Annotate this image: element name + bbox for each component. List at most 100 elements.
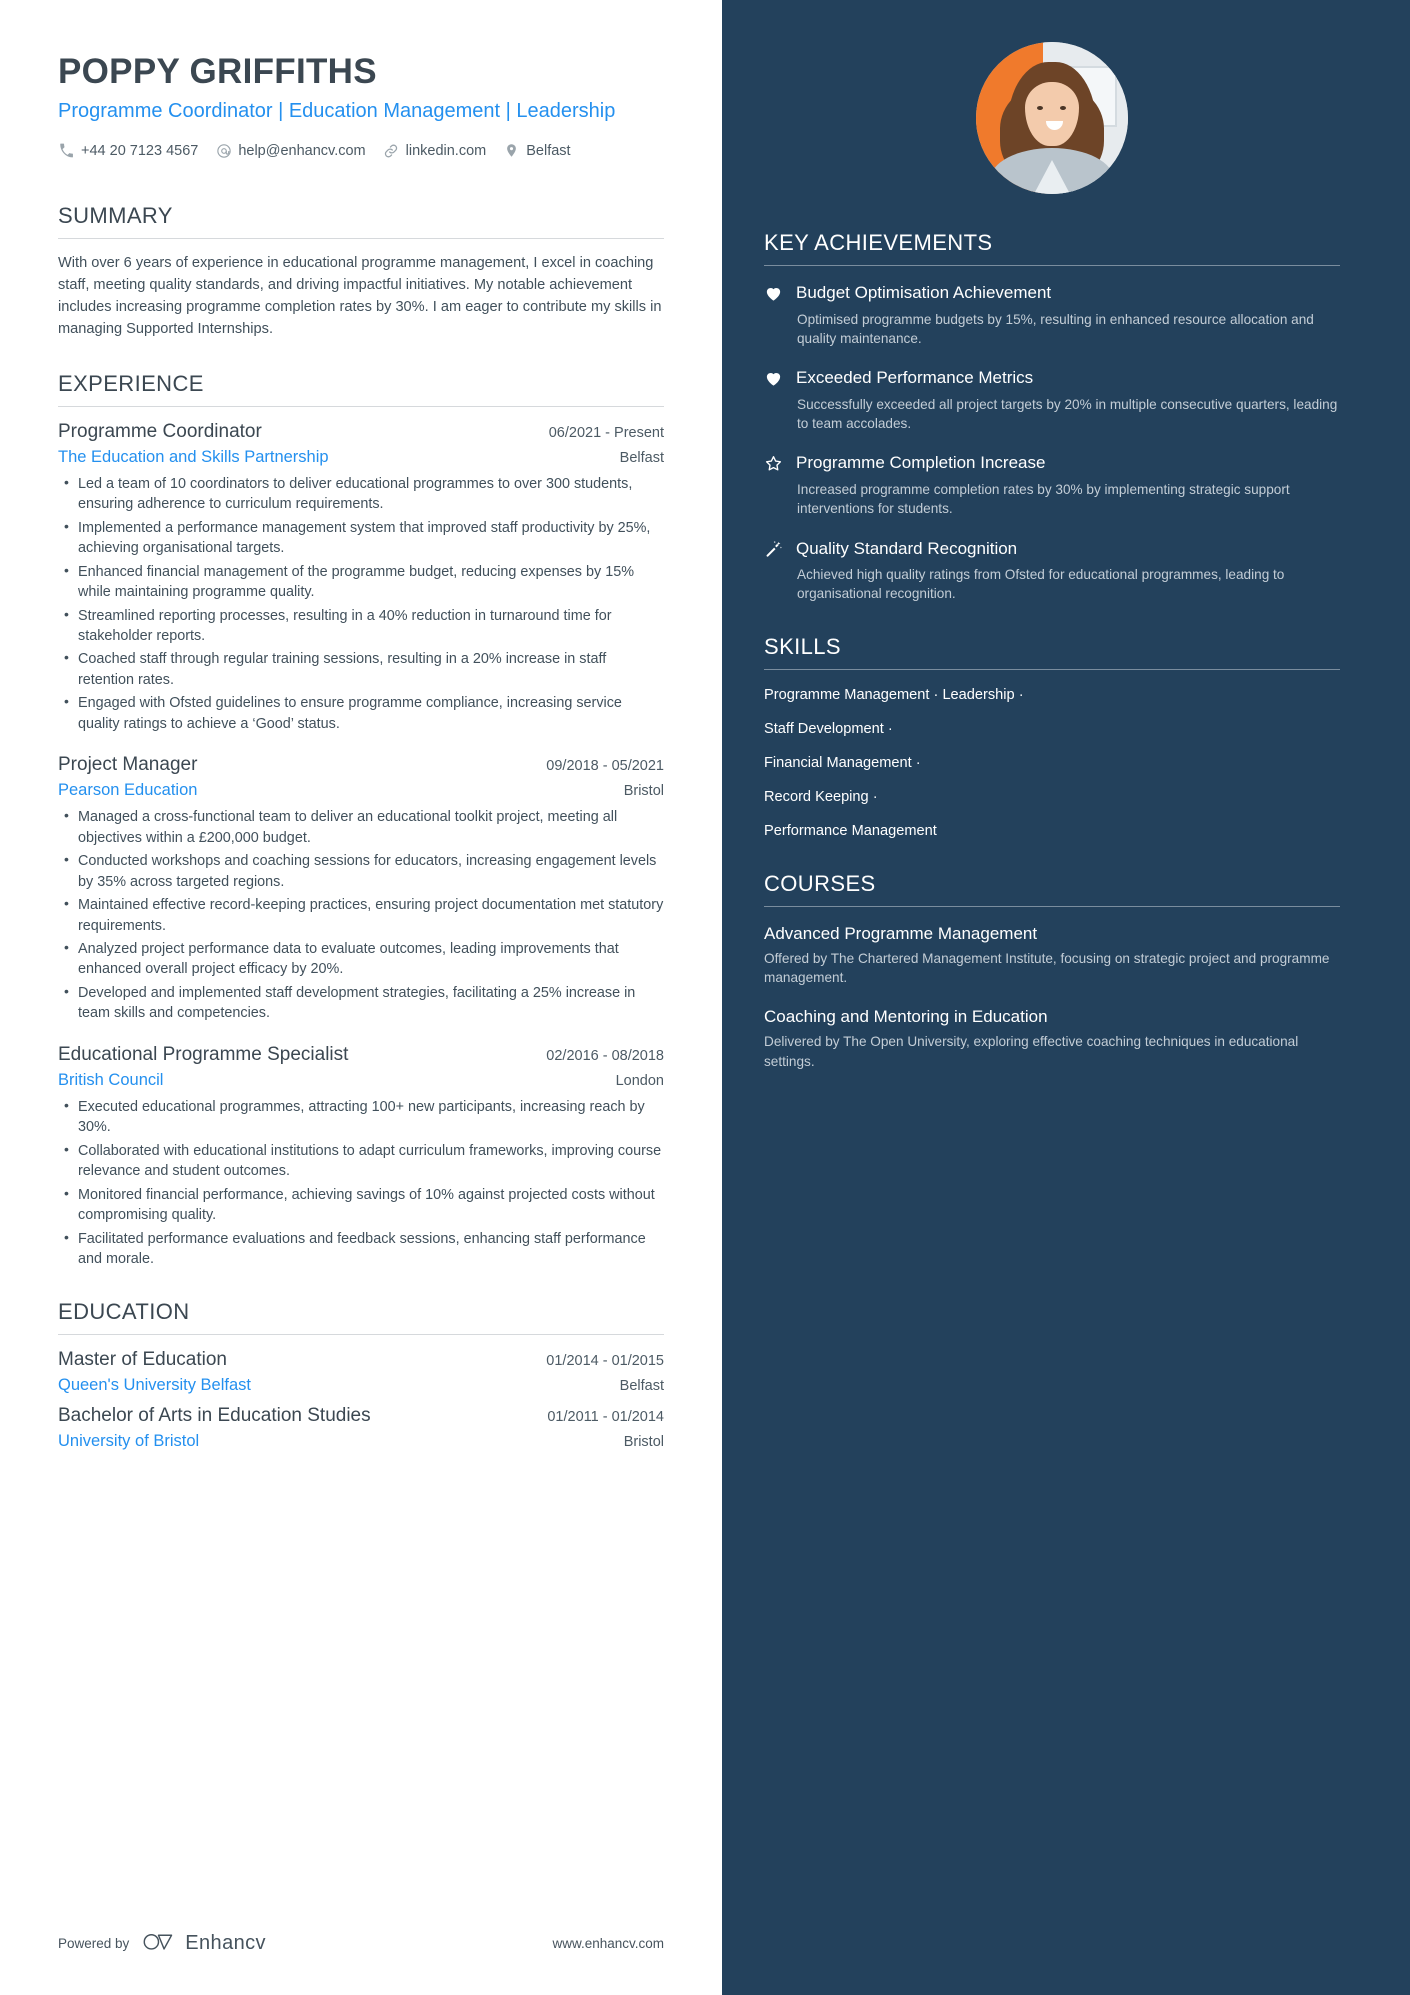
powered-by-block: Powered by Enhancv bbox=[58, 1930, 266, 1957]
contact-row: +44 20 7123 4567 help@enhancv.com linked… bbox=[58, 142, 664, 159]
courses-divider bbox=[764, 905, 1340, 907]
job-header: Educational Programme Specialist 02/2016… bbox=[58, 1044, 664, 1066]
summary-heading: SUMMARY bbox=[58, 203, 173, 229]
job-bullet: Facilitated performance evaluations and … bbox=[58, 1228, 664, 1270]
education-item: Bachelor of Arts in Education Studies 01… bbox=[58, 1405, 664, 1451]
job-bullets: Led a team of 10 coordinators to deliver… bbox=[58, 473, 664, 734]
job-dates: 09/2018 - 05/2021 bbox=[546, 758, 664, 775]
achievement-desc: Increased programme completion rates by … bbox=[797, 481, 1290, 517]
job-bullet: Maintained effective record-keeping prac… bbox=[58, 894, 664, 936]
course-desc: Offered by The Chartered Management Inst… bbox=[764, 951, 1330, 986]
location-pin-icon bbox=[503, 142, 520, 159]
contact-phone-text: +44 20 7123 4567 bbox=[81, 142, 199, 159]
job-bullet: Coached staff through regular training s… bbox=[58, 648, 664, 690]
contact-phone[interactable]: +44 20 7123 4567 bbox=[58, 142, 198, 159]
skills-section: SKILLS Programme Management · Leadership… bbox=[764, 634, 1340, 841]
job-bullet: Led a team of 10 coordinators to deliver… bbox=[58, 473, 664, 515]
job-title: Project Manager bbox=[58, 754, 198, 776]
job-bullet: Engaged with Ofsted guidelines to ensure… bbox=[58, 692, 664, 734]
key-achievements-heading: KEY ACHIEVEMENTS bbox=[764, 230, 993, 255]
job-header: Project Manager 09/2018 - 05/2021 bbox=[58, 754, 664, 776]
enhancv-logo-icon bbox=[142, 1930, 176, 1957]
page-footer: Powered by Enhancv www.enhancv.com bbox=[58, 1930, 664, 1957]
achievement-desc: Successfully exceeded all project target… bbox=[797, 396, 1338, 432]
experience-divider bbox=[58, 405, 664, 407]
job-bullet: Conducted workshops and coaching session… bbox=[58, 850, 664, 892]
candidate-name: POPPY GRIFFITHS bbox=[58, 52, 377, 91]
contact-link[interactable]: linkedin.com bbox=[383, 142, 487, 159]
skills-divider bbox=[764, 668, 1340, 670]
achievement-item: Programme Completion Increase Increased … bbox=[764, 452, 1340, 518]
education-header: Master of Education 01/2014 - 01/2015 bbox=[58, 1349, 664, 1371]
job-dates: 06/2021 - Present bbox=[548, 424, 664, 441]
job-subheader: British Council London bbox=[58, 1071, 664, 1090]
achievement-desc: Achieved high quality ratings from Ofste… bbox=[797, 567, 1285, 602]
education-school[interactable]: Queen's University Belfast bbox=[58, 1376, 251, 1395]
course-title: Advanced Programme Management bbox=[764, 923, 1038, 943]
job-location: London bbox=[615, 1072, 664, 1089]
education-heading: EDUCATION bbox=[58, 1299, 190, 1325]
courses-section: COURSES Advanced Programme Management Of… bbox=[764, 871, 1340, 1071]
contact-location[interactable]: Belfast bbox=[503, 142, 571, 159]
job-company[interactable]: Pearson Education bbox=[58, 781, 197, 800]
skills-heading: SKILLS bbox=[764, 633, 842, 659]
resume-page: POPPY GRIFFITHS Programme Coordinator | … bbox=[0, 0, 1410, 1995]
contact-email-text: help@enhancv.com bbox=[238, 142, 366, 159]
job-bullet: Executed educational programmes, attract… bbox=[58, 1096, 664, 1138]
experience-section: EXPERIENCE Programme Coordinator 06/2021… bbox=[58, 371, 664, 1270]
summary-text: With over 6 years of experience in educa… bbox=[58, 255, 662, 337]
job-bullet: Streamlined reporting processes, resulti… bbox=[58, 605, 664, 647]
avatar-eye-right bbox=[1059, 105, 1066, 110]
achievement-item: Quality Standard Recognition Achieved hi… bbox=[764, 538, 1340, 604]
skill-line: Programme Management · Leadership · bbox=[764, 686, 1024, 703]
main-column: POPPY GRIFFITHS Programme Coordinator | … bbox=[0, 0, 722, 1995]
footer-website[interactable]: www.enhancv.com bbox=[552, 1936, 664, 1951]
contact-email[interactable]: help@enhancv.com bbox=[215, 142, 366, 159]
contact-location-text: Belfast bbox=[526, 142, 571, 159]
achievement-item: Exceeded Performance Metrics Successfull… bbox=[764, 367, 1340, 433]
education-degree: Bachelor of Arts in Education Studies bbox=[58, 1405, 371, 1427]
enhancv-brand-name: Enhancv bbox=[185, 1932, 266, 1954]
education-dates: 01/2011 - 01/2014 bbox=[547, 1409, 664, 1426]
contact-link-text: linkedin.com bbox=[405, 142, 487, 159]
course-title: Coaching and Mentoring in Education bbox=[764, 1006, 1048, 1026]
job-location: Bristol bbox=[623, 783, 664, 800]
job-subheader: Pearson Education Bristol bbox=[58, 781, 664, 800]
experience-item: Programme Coordinator 06/2021 - Present … bbox=[58, 421, 664, 734]
heart-icon bbox=[764, 367, 790, 433]
job-company[interactable]: The Education and Skills Partnership bbox=[58, 448, 329, 467]
job-dates: 02/2016 - 08/2018 bbox=[546, 1047, 664, 1064]
job-bullet: Developed and implemented staff developm… bbox=[58, 982, 664, 1024]
education-item: Master of Education 01/2014 - 01/2015 Qu… bbox=[58, 1349, 664, 1395]
experience-item: Project Manager 09/2018 - 05/2021 Pearso… bbox=[58, 754, 664, 1024]
job-title: Programme Coordinator bbox=[58, 420, 262, 442]
email-icon bbox=[215, 142, 232, 159]
education-school[interactable]: University of Bristol bbox=[58, 1432, 199, 1451]
phone-icon bbox=[58, 142, 75, 159]
achievement-title: Quality Standard Recognition bbox=[796, 538, 1018, 558]
job-bullet: Monitored financial performance, achievi… bbox=[58, 1184, 664, 1226]
key-achievements-section: KEY ACHIEVEMENTS Budget Optimisation Ach… bbox=[764, 230, 1340, 604]
job-header: Programme Coordinator 06/2021 - Present bbox=[58, 421, 664, 443]
achievement-body: Quality Standard Recognition Achieved hi… bbox=[790, 538, 1340, 604]
skill-line: Record Keeping · bbox=[764, 788, 878, 805]
achievement-title: Exceeded Performance Metrics bbox=[796, 368, 1034, 388]
skill-line: Performance Management bbox=[764, 822, 937, 839]
course-desc: Delivered by The Open University, explor… bbox=[764, 1034, 1299, 1069]
job-company[interactable]: British Council bbox=[58, 1071, 163, 1090]
education-header: Bachelor of Arts in Education Studies 01… bbox=[58, 1405, 664, 1427]
achievement-item: Budget Optimisation Achievement Optimise… bbox=[764, 282, 1340, 348]
link-icon bbox=[383, 142, 400, 159]
education-degree: Master of Education bbox=[58, 1349, 227, 1371]
education-location: Bristol bbox=[623, 1434, 664, 1451]
heart-icon bbox=[764, 282, 790, 348]
powered-by-label: Powered by bbox=[58, 1936, 130, 1951]
summary-section: SUMMARY With over 6 years of experience … bbox=[58, 203, 664, 341]
education-subheader: Queen's University Belfast Belfast bbox=[58, 1376, 664, 1395]
job-bullet: Managed a cross-functional team to deliv… bbox=[58, 806, 664, 848]
job-bullets: Managed a cross-functional team to deliv… bbox=[58, 806, 664, 1024]
skill-line: Financial Management · bbox=[764, 754, 921, 771]
job-title: Educational Programme Specialist bbox=[58, 1043, 349, 1065]
enhancv-brand[interactable]: Enhancv bbox=[142, 1930, 266, 1957]
job-bullet: Collaborated with educational institutio… bbox=[58, 1140, 664, 1182]
